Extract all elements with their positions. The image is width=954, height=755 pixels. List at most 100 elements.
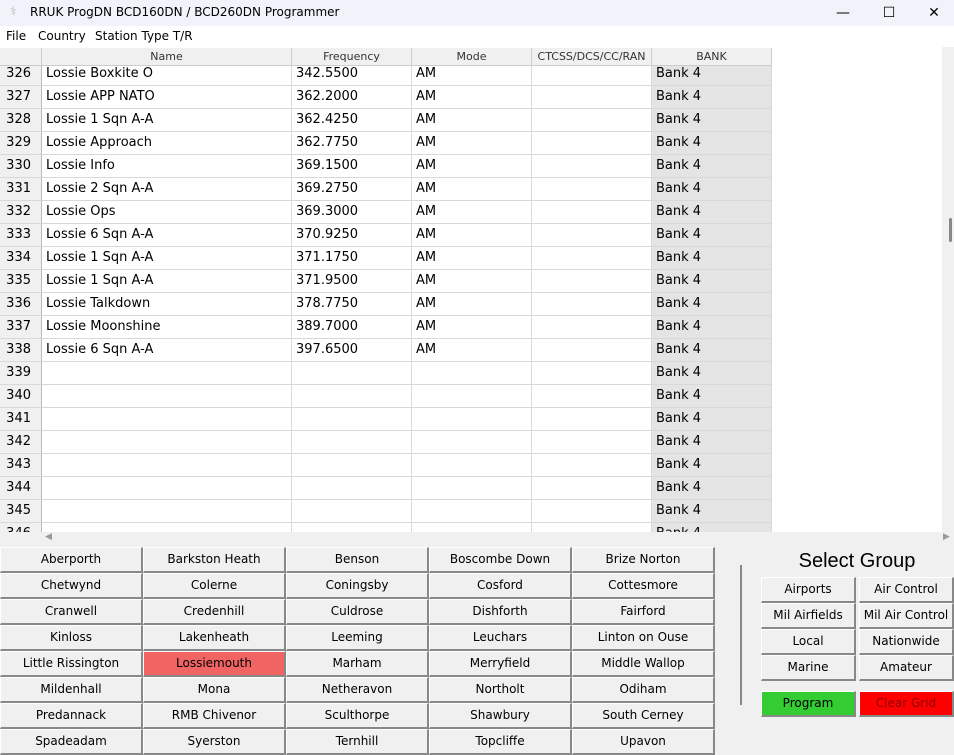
grid-cell[interactable] [532, 63, 652, 86]
horizontal-scrollbar[interactable]: ◀ ▶ [0, 532, 954, 545]
grid-cell[interactable] [532, 523, 652, 532]
grid-cell[interactable] [412, 454, 532, 477]
grid-cell[interactable]: AM [412, 178, 532, 201]
grid-cell[interactable]: 397.6500 [292, 339, 412, 362]
column-header[interactable]: CTCSS/DCS/CC/RAN [532, 48, 652, 66]
station-button-leeming[interactable]: Leeming [286, 625, 429, 651]
grid-cell[interactable]: Bank 4 [652, 454, 772, 477]
group-button-local[interactable]: Local [761, 629, 856, 655]
grid-cell[interactable] [292, 385, 412, 408]
grid-cell[interactable] [42, 362, 292, 385]
grid-cell[interactable]: Bank 4 [652, 316, 772, 339]
station-button-barkston-heath[interactable]: Barkston Heath [143, 547, 286, 573]
grid-cell[interactable]: Bank 4 [652, 201, 772, 224]
table-row[interactable]: 333 Lossie 6 Sqn A-A 370.9250 AM Bank 4 [0, 224, 772, 247]
station-button-syerston[interactable]: Syerston [143, 729, 286, 755]
grid-cell[interactable]: 362.4250 [292, 109, 412, 132]
grid-cell[interactable]: Bank 4 [652, 247, 772, 270]
grid-cell[interactable] [532, 132, 652, 155]
grid-cell[interactable] [532, 224, 652, 247]
table-row[interactable]: 340 Bank 4 [0, 385, 772, 408]
close-button[interactable]: ✕ [914, 2, 954, 24]
grid-cell[interactable] [532, 109, 652, 132]
grid-cell[interactable]: AM [412, 339, 532, 362]
table-row[interactable]: 338 Lossie 6 Sqn A-A 397.6500 AM Bank 4 [0, 339, 772, 362]
table-row[interactable]: 326 Lossie Boxkite O 342.5500 AM Bank 4 [0, 63, 772, 86]
grid-cell[interactable] [292, 523, 412, 532]
table-row[interactable]: 339 Bank 4 [0, 362, 772, 385]
grid-cell[interactable] [292, 454, 412, 477]
grid-cell[interactable] [42, 523, 292, 532]
station-button-topcliffe[interactable]: Topcliffe [429, 729, 572, 755]
grid-cell[interactable]: Lossie Info [42, 155, 292, 178]
table-row[interactable]: 342 Bank 4 [0, 431, 772, 454]
grid-cell[interactable] [292, 362, 412, 385]
grid-cell[interactable] [292, 477, 412, 500]
scroll-left-icon[interactable]: ◀ [45, 532, 52, 542]
station-button-cranwell[interactable]: Cranwell [0, 599, 143, 625]
grid-cell[interactable] [412, 523, 532, 532]
grid-cell[interactable] [412, 362, 532, 385]
grid-cell[interactable] [532, 270, 652, 293]
grid-cell[interactable]: Bank 4 [652, 339, 772, 362]
station-button-cosford[interactable]: Cosford [429, 573, 572, 599]
grid-cell[interactable] [42, 500, 292, 523]
grid-cell[interactable]: 342.5500 [292, 63, 412, 86]
grid-cell[interactable] [412, 500, 532, 523]
station-button-aberporth[interactable]: Aberporth [0, 547, 143, 573]
grid-cell[interactable]: Lossie APP NATO [42, 86, 292, 109]
grid-cell[interactable]: AM [412, 293, 532, 316]
grid-cell[interactable]: AM [412, 247, 532, 270]
table-row[interactable]: 344 Bank 4 [0, 477, 772, 500]
table-row[interactable]: 345 Bank 4 [0, 500, 772, 523]
grid-cell[interactable]: AM [412, 155, 532, 178]
station-button-colerne[interactable]: Colerne [143, 573, 286, 599]
grid-cell[interactable]: Lossie Boxkite O [42, 63, 292, 86]
grid-cell[interactable] [532, 201, 652, 224]
scroll-right-icon[interactable]: ▶ [943, 532, 950, 542]
grid-cell[interactable]: Bank 4 [652, 109, 772, 132]
group-button-mil-airfields[interactable]: Mil Airfields [761, 603, 856, 629]
column-header[interactable]: Name [42, 48, 292, 66]
grid-cell[interactable]: AM [412, 63, 532, 86]
table-row[interactable]: 336 Lossie Talkdown 378.7750 AM Bank 4 [0, 293, 772, 316]
grid-cell[interactable] [532, 408, 652, 431]
grid-cell[interactable]: Bank 4 [652, 362, 772, 385]
grid-cell[interactable]: 362.2000 [292, 86, 412, 109]
table-row[interactable]: 327 Lossie APP NATO 362.2000 AM Bank 4 [0, 86, 772, 109]
station-button-boscombe-down[interactable]: Boscombe Down [429, 547, 572, 573]
grid-cell[interactable]: Bank 4 [652, 408, 772, 431]
grid-cell[interactable]: 389.7000 [292, 316, 412, 339]
grid-cell[interactable] [532, 431, 652, 454]
grid-cell[interactable]: 378.7750 [292, 293, 412, 316]
grid-cell[interactable] [412, 385, 532, 408]
table-row[interactable]: 337 Lossie Moonshine 389.7000 AM Bank 4 [0, 316, 772, 339]
grid-cell[interactable] [42, 408, 292, 431]
column-header[interactable]: Frequency [292, 48, 412, 66]
grid-cell[interactable]: Bank 4 [652, 477, 772, 500]
grid-cell[interactable]: Lossie Talkdown [42, 293, 292, 316]
grid-cell[interactable] [532, 385, 652, 408]
grid-cell[interactable] [532, 293, 652, 316]
station-button-upavon[interactable]: Upavon [572, 729, 715, 755]
grid-cell[interactable] [532, 86, 652, 109]
grid-cell[interactable]: AM [412, 109, 532, 132]
station-button-sculthorpe[interactable]: Sculthorpe [286, 703, 429, 729]
grid-cell[interactable] [532, 247, 652, 270]
table-row[interactable]: 335 Lossie 1 Sqn A-A 371.9500 AM Bank 4 [0, 270, 772, 293]
grid-cell[interactable]: Bank 4 [652, 178, 772, 201]
grid-cell[interactable]: Bank 4 [652, 86, 772, 109]
group-button-mil-air-control[interactable]: Mil Air Control [859, 603, 954, 629]
grid-cell[interactable]: Bank 4 [652, 500, 772, 523]
station-button-rmb-chivenor[interactable]: RMB Chivenor [143, 703, 286, 729]
table-row[interactable]: 343 Bank 4 [0, 454, 772, 477]
station-button-spadeadam[interactable]: Spadeadam [0, 729, 143, 755]
station-button-lakenheath[interactable]: Lakenheath [143, 625, 286, 651]
station-button-middle-wallop[interactable]: Middle Wallop [572, 651, 715, 677]
grid-cell[interactable]: Lossie 2 Sqn A-A [42, 178, 292, 201]
grid-cell[interactable]: AM [412, 316, 532, 339]
grid-cell[interactable]: 369.2750 [292, 178, 412, 201]
station-button-netheravon[interactable]: Netheravon [286, 677, 429, 703]
station-button-predannack[interactable]: Predannack [0, 703, 143, 729]
menu-file[interactable]: File [6, 29, 26, 43]
